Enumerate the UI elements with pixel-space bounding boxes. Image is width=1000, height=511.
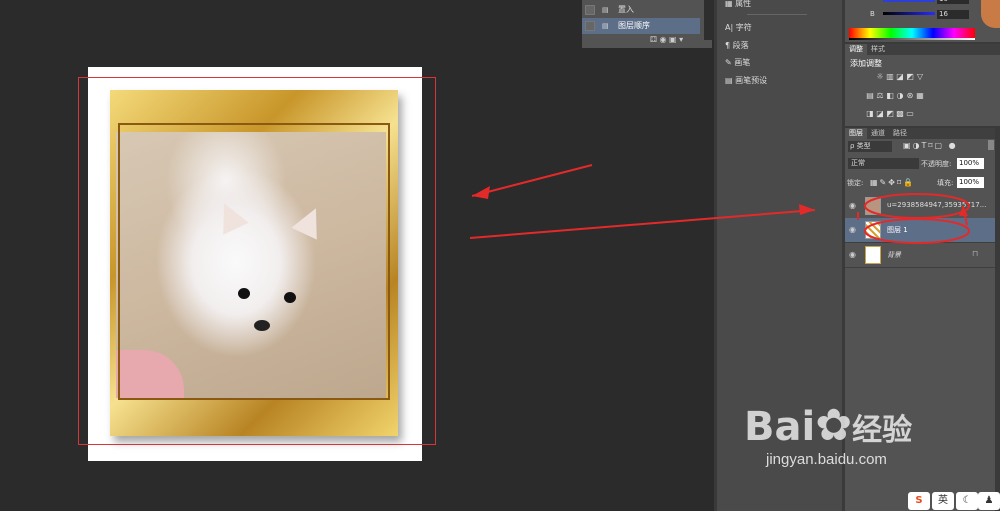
circle-annotation [864,218,970,244]
brand-text: Bai [744,404,816,450]
moon-icon[interactable]: ☾ [956,492,978,510]
paw-icon: ✿ [815,400,853,451]
language-button[interactable]: 英 [932,492,954,510]
arrowhead [472,186,490,199]
sogou-icon[interactable]: S [908,492,930,510]
brand-text-2: 经验 [852,413,913,448]
arrowhead [959,206,968,216]
watermark-url: jingyan.baidu.com [766,451,887,468]
arrowhead [799,204,815,215]
arrow-to-layers [469,209,816,239]
arrow-to-canvas [471,164,593,197]
shirt-icon[interactable]: ♟ [978,492,1000,510]
baidu-watermark: Bai✿经验 jingyan.baidu.com [744,400,912,468]
circle-annotation [864,193,970,219]
